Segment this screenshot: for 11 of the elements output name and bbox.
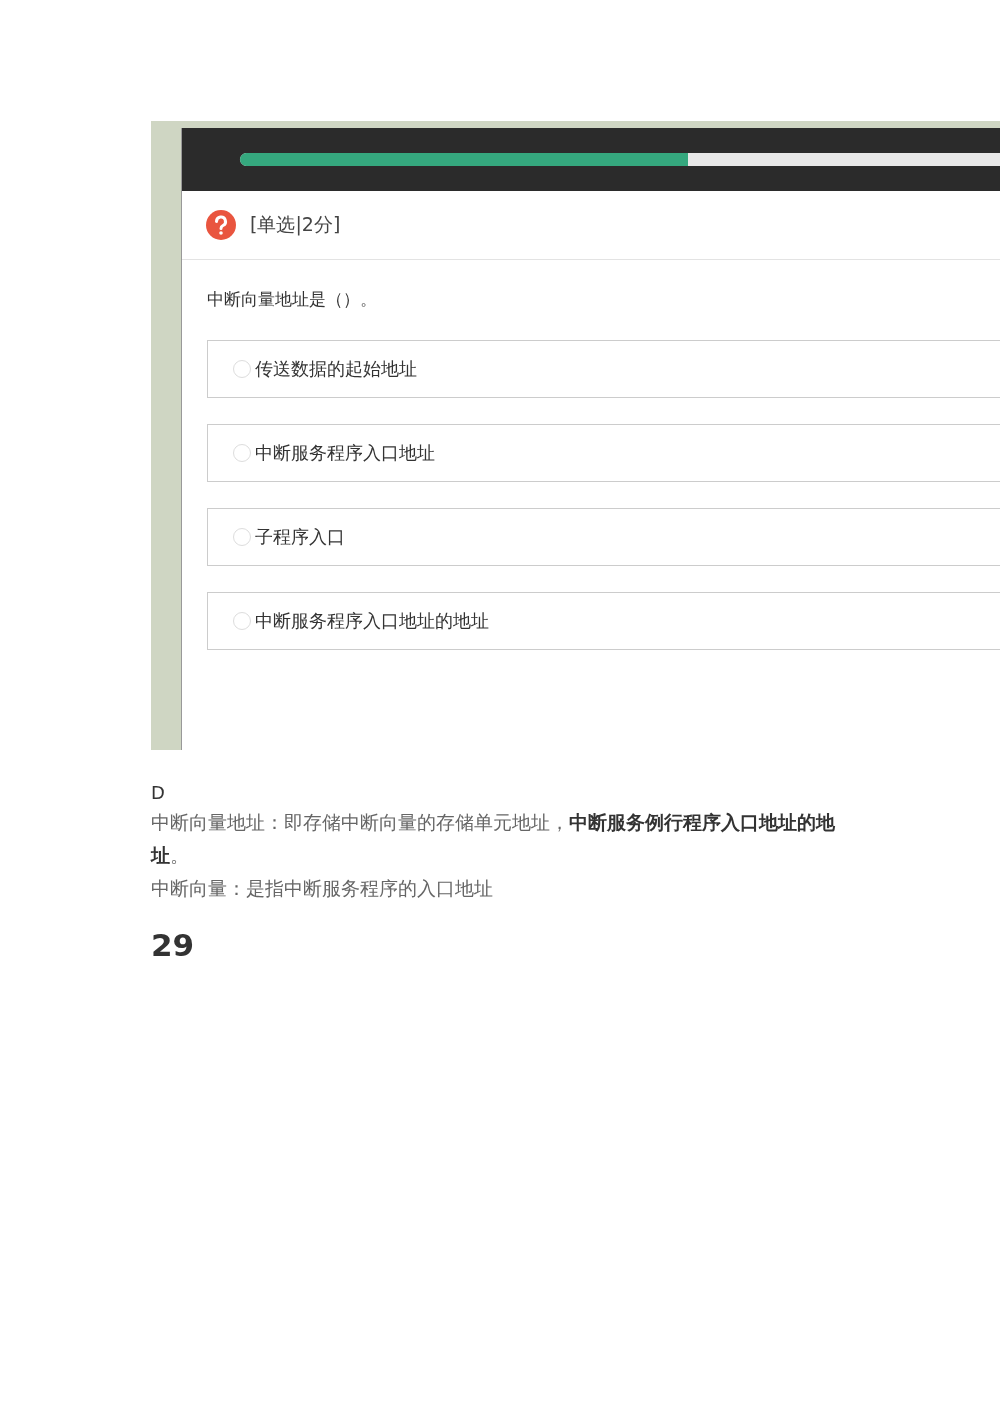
answer-option[interactable]: 中断服务程序入口地址的地址 xyxy=(207,592,1000,650)
question-text: 中断向量地址是（）。 xyxy=(206,288,378,310)
question-type: [单选|2分] xyxy=(250,212,341,238)
answer-option[interactable]: 子程序入口 xyxy=(207,508,1000,566)
answer-option[interactable]: 中断服务程序入口地址 xyxy=(207,424,1000,482)
explanation-text: 中断向量地址：即存储中断向量的存储单元地址，中断服务例行程序入口地址的地址。 xyxy=(151,811,836,868)
question-mark-icon xyxy=(206,210,236,240)
answer-letter: D xyxy=(151,781,166,805)
explanation-text: 中断向量：是指中断服务程序的入口地址 xyxy=(151,877,494,901)
answer-option[interactable]: 传送数据的起始地址 xyxy=(207,340,1000,398)
question-number: 29 xyxy=(151,927,196,963)
